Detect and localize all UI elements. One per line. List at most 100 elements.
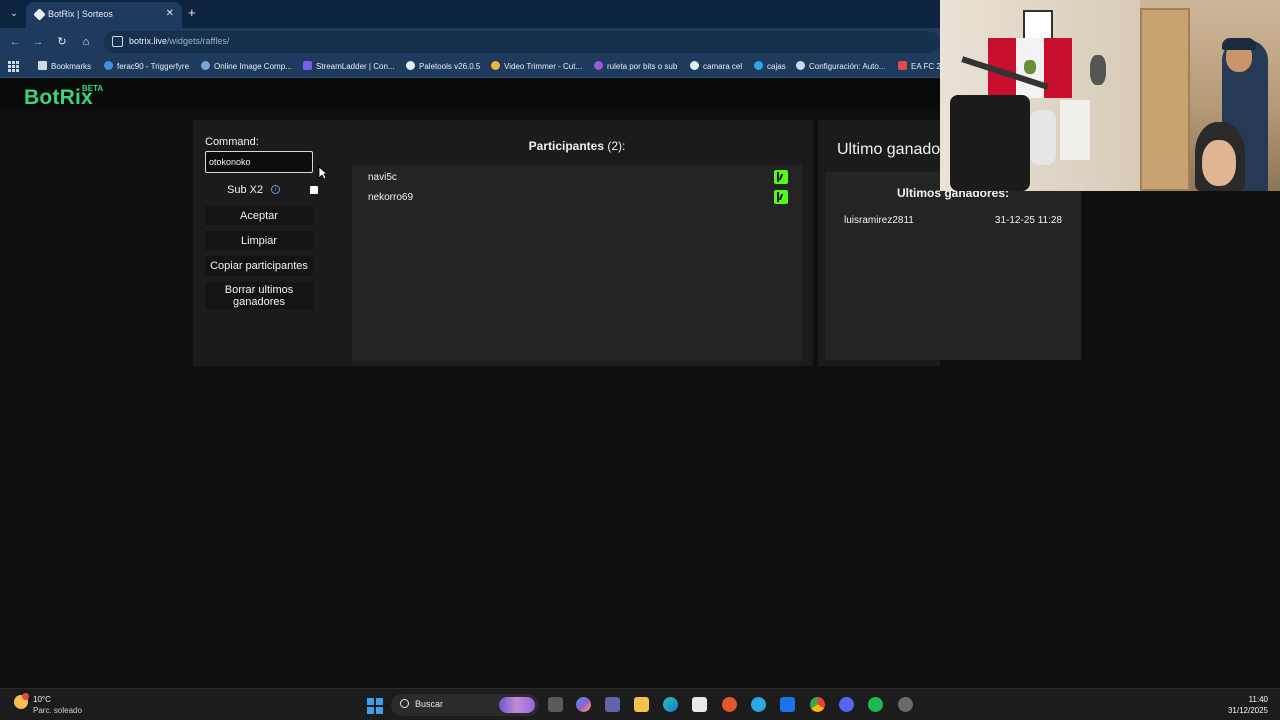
winner-row: luisramirez2811 31-12-25 11:28 — [844, 215, 1062, 226]
task-view-icon[interactable] — [548, 697, 563, 712]
bookmark-item[interactable]: cajas — [754, 61, 786, 71]
mail-icon[interactable] — [751, 697, 766, 712]
kick-logo-icon — [774, 190, 788, 204]
cam-flag — [1044, 38, 1072, 98]
copy-participants-button[interactable]: Copiar participantes — [205, 256, 313, 276]
weather-temp[interactable]: 10°C — [33, 695, 51, 704]
file-explorer-icon[interactable] — [634, 697, 649, 712]
browser-tab-active[interactable]: BotRix | Sorteos ✕ — [26, 2, 182, 28]
new-tab-button[interactable]: + — [188, 6, 196, 20]
command-input[interactable] — [205, 151, 313, 173]
participants-count: (2): — [607, 139, 626, 153]
accept-button[interactable]: Aceptar — [205, 206, 313, 225]
cam-door — [1140, 8, 1190, 191]
cam-figure — [1090, 55, 1106, 85]
bookmark-favicon-icon — [594, 61, 603, 70]
tab-search-chevron-icon[interactable]: ⌄ — [6, 6, 22, 22]
bookmarks-bar: Bookmarks ferac90 - Triggerfyre Online I… — [0, 56, 940, 78]
windows-start-icon[interactable] — [367, 698, 383, 714]
windows-taskbar: 10°C Parc. soleado Buscar 11:40 31/12/20… — [0, 688, 1280, 720]
cam-shelf — [1060, 100, 1090, 160]
botrix-navbar: BotRix BETA — [0, 79, 940, 111]
search-icon — [400, 699, 409, 708]
delete-winners-button[interactable]: Borrar ultimos ganadores — [205, 282, 313, 309]
reload-icon[interactable]: ↻ — [55, 35, 69, 49]
back-arrow-icon[interactable]: ← — [8, 35, 22, 49]
bookmark-favicon-icon — [104, 61, 113, 70]
tab-title: BotRix | Sorteos — [48, 9, 113, 19]
bookmark-favicon-icon — [406, 61, 415, 70]
photos-icon[interactable] — [780, 697, 795, 712]
bookmark-favicon-icon — [303, 61, 312, 70]
info-icon[interactable]: i — [271, 185, 280, 194]
mouse-cursor-icon — [318, 166, 328, 180]
clock-date: 31/12/2025 — [1227, 706, 1268, 715]
gear-icon — [796, 61, 805, 70]
bookmark-favicon-icon — [898, 61, 907, 70]
browser-tab-strip: ⌄ BotRix | Sorteos ✕ + — [0, 0, 940, 28]
bookmark-item[interactable]: Bookmarks — [38, 61, 91, 71]
participants-list: navi5c nekorro69 — [352, 165, 802, 361]
spotify-icon[interactable] — [868, 697, 883, 712]
copilot-icon[interactable] — [576, 697, 591, 712]
bookmark-item[interactable]: Paletools v26.0.5 — [406, 61, 480, 71]
chrome-icon[interactable] — [810, 697, 825, 712]
participant-row: navi5c — [368, 170, 788, 186]
address-url[interactable]: botrix.live/widgets/raffles/ — [129, 36, 229, 46]
winner-date: 31-12-25 11:28 — [994, 215, 1062, 226]
participant-row: nekorro69 — [368, 190, 788, 206]
site-info-icon[interactable] — [112, 36, 123, 47]
sub-x2-checkbox[interactable] — [310, 186, 318, 194]
search-highlight-icon — [499, 697, 535, 713]
weather-alert-icon — [22, 693, 29, 700]
cam-flag-crest — [1024, 60, 1036, 74]
star-icon — [38, 61, 47, 70]
bookmark-item[interactable]: Online Image Comp... — [201, 61, 292, 71]
address-bar[interactable]: botrix.live/widgets/raffles/ — [104, 31, 940, 53]
webcam-overlay — [940, 0, 1280, 191]
participants-title: Participantes (2): — [528, 139, 626, 153]
bookmark-favicon-icon — [754, 61, 763, 70]
clock-time: 11:40 — [1248, 695, 1268, 704]
forward-arrow-icon[interactable]: → — [31, 35, 45, 49]
cam-microphone — [1030, 110, 1056, 165]
command-label: Command: — [205, 136, 259, 148]
participant-name[interactable]: navi5c — [368, 172, 397, 183]
sub-x2-label: Sub X2 — [227, 184, 264, 196]
botrix-favicon-icon — [33, 8, 46, 21]
edge-icon[interactable] — [663, 697, 678, 712]
cam-child-face — [1202, 140, 1236, 186]
home-icon[interactable]: ⌂ — [79, 35, 93, 49]
teams-icon[interactable] — [605, 697, 620, 712]
beta-badge: BETA — [82, 84, 104, 93]
participant-name[interactable]: nekorro69 — [368, 192, 413, 203]
bookmark-item[interactable]: camara cel — [690, 61, 742, 71]
last-winner-heading: Ultimo ganado — [837, 141, 941, 158]
last-winners-box — [825, 172, 1081, 360]
kick-logo-icon — [774, 170, 788, 184]
weather-desc[interactable]: Parc. soleado — [33, 706, 82, 715]
search-placeholder: Buscar — [415, 699, 444, 709]
taskbar-search[interactable]: Buscar — [391, 694, 539, 716]
apps-grid-icon[interactable] — [8, 61, 19, 72]
bookmark-item[interactable]: Configuración: Auto... — [796, 61, 886, 71]
discord-icon[interactable] — [839, 697, 854, 712]
cam-chair — [950, 95, 1030, 191]
bookmark-item[interactable]: Video Trimmer - Cut... — [491, 61, 582, 71]
tab-close-icon[interactable]: ✕ — [166, 8, 174, 19]
bookmark-item[interactable]: ruleta por bits o sub — [594, 61, 677, 71]
bookmark-favicon-icon — [690, 61, 699, 70]
store-icon[interactable] — [692, 697, 707, 712]
bookmark-favicon-icon — [491, 61, 500, 70]
bookmark-item[interactable]: StreamLadder | Con... — [303, 61, 395, 71]
browser-toolbar: ← → ↻ ⌂ botrix.live/widgets/raffles/ — [0, 28, 940, 56]
bookmark-favicon-icon — [201, 61, 210, 70]
winner-name: luisramirez2811 — [844, 215, 914, 226]
obs-icon[interactable] — [898, 697, 913, 712]
bookmark-item[interactable]: EA FC 2 — [898, 61, 940, 71]
bookmark-item[interactable]: ferac90 - Triggerfyre — [104, 61, 189, 71]
clear-button[interactable]: Limpiar — [205, 231, 313, 250]
system-clock[interactable]: 11:40 31/12/2025 — [1228, 694, 1268, 716]
app-icon[interactable] — [722, 697, 737, 712]
cam-person-cap — [1222, 38, 1256, 50]
